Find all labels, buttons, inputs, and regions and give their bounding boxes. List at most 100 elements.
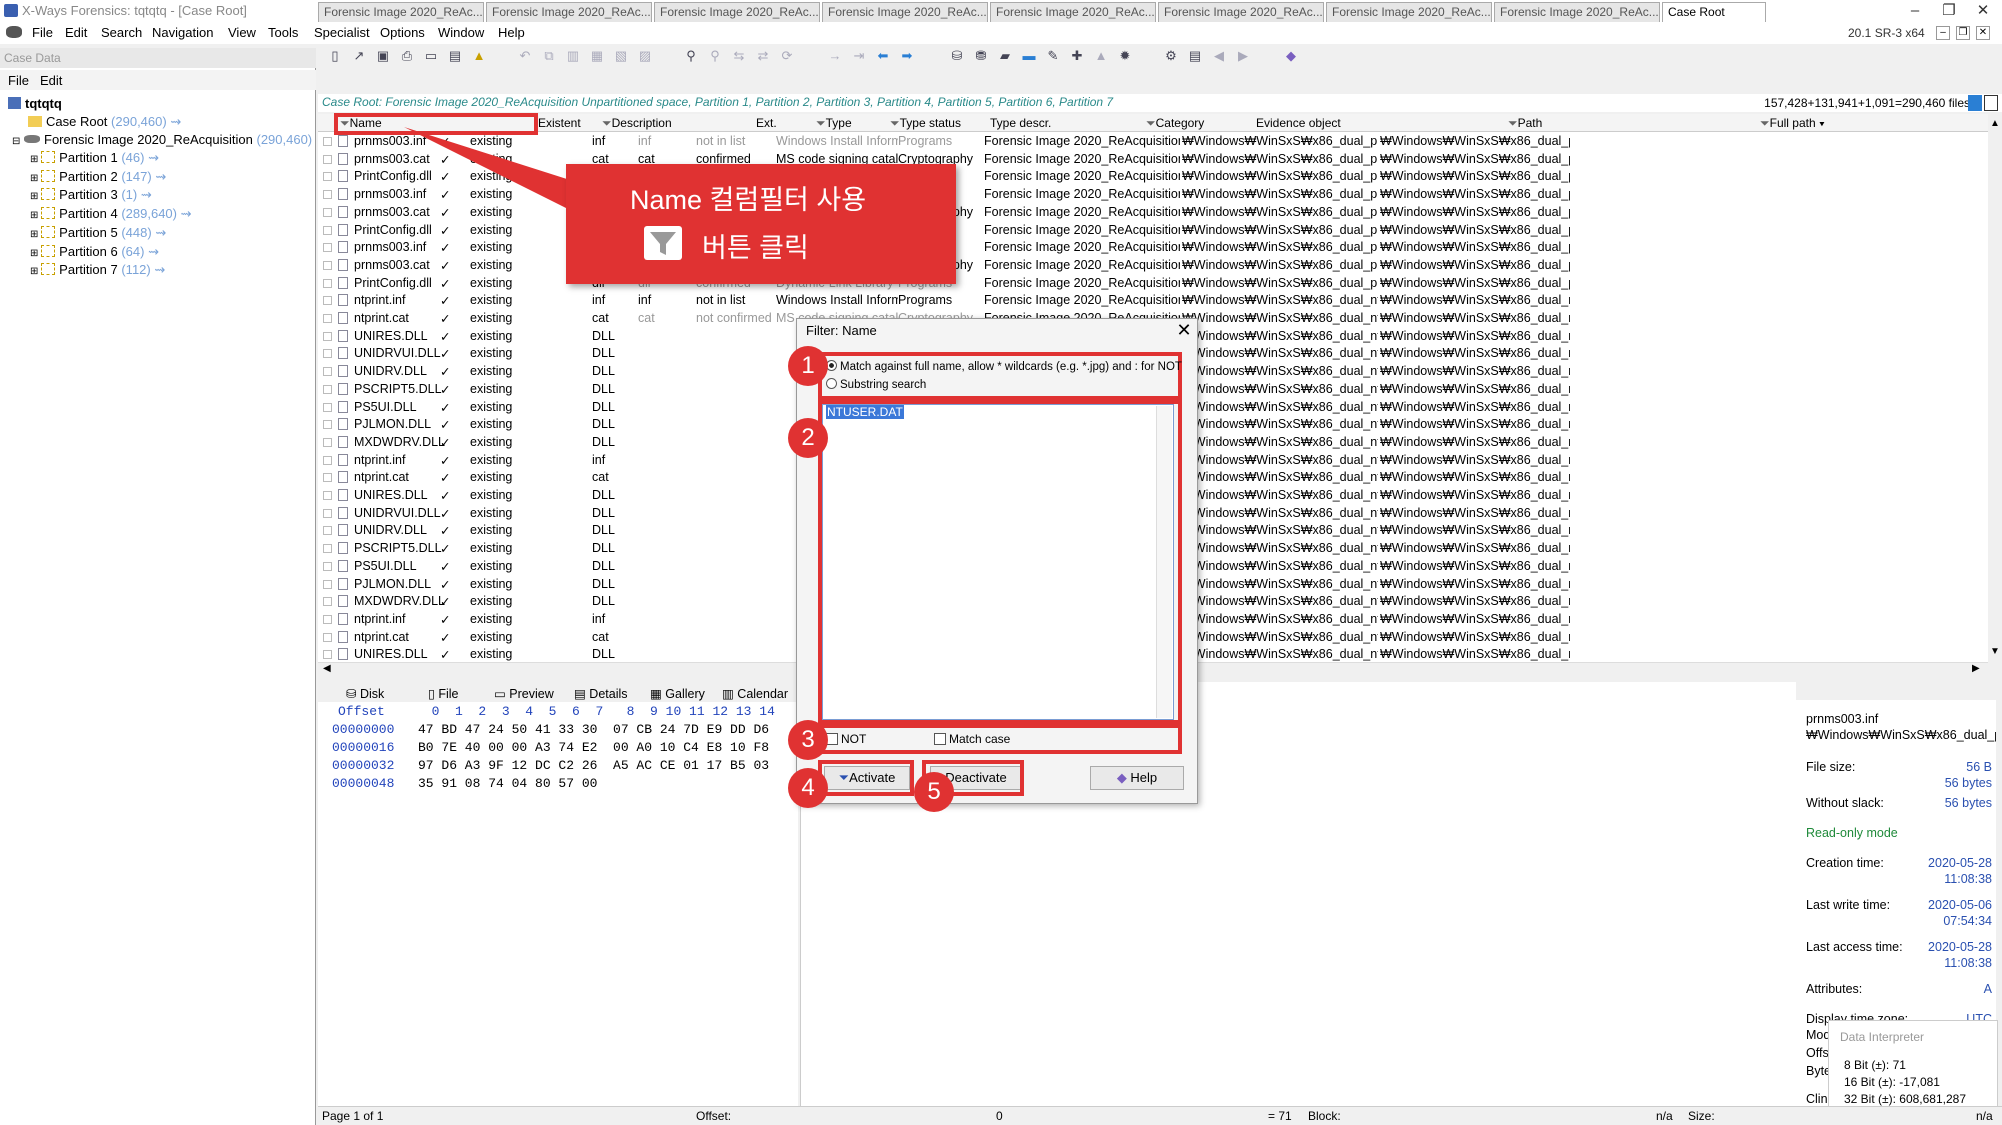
row-checkbox[interactable] <box>323 190 332 200</box>
not-checkbox[interactable]: NOT <box>826 732 866 746</box>
expand-icon[interactable]: ⊞ <box>30 210 41 221</box>
back-icon[interactable]: ⬅ <box>874 48 892 64</box>
row-checkbox[interactable] <box>323 154 332 164</box>
column-header-type-status[interactable]: ⏷Type status <box>890 116 961 131</box>
tab-disk[interactable]: ⛁ Disk <box>346 686 384 701</box>
mdi-restore-icon[interactable]: ❐ <box>1956 26 1970 40</box>
filter-icon[interactable]: ⏷ <box>816 116 826 130</box>
expand-icon[interactable]: ⊞ <box>30 229 41 240</box>
help-button[interactable]: ◆ Help <box>1090 766 1184 790</box>
filter-icon[interactable]: ⏷ <box>1146 116 1156 130</box>
tab-forensic-image-3[interactable]: Forensic Image 2020_ReAc... <box>654 2 820 22</box>
scroll-down-icon[interactable]: ▼ <box>1988 646 2002 657</box>
ram-icon[interactable]: ▰ <box>996 48 1014 64</box>
scroll-right-icon[interactable]: ▶ <box>1972 663 1980 674</box>
clipboard-icon[interactable]: ▤ <box>446 48 464 64</box>
radio-full-name[interactable]: Match against full name, allow * wildcar… <box>826 360 1182 373</box>
case-menu-edit[interactable]: Edit <box>40 73 62 88</box>
save-icon[interactable]: ▣ <box>374 48 392 64</box>
mdi-close-icon[interactable]: ✕ <box>1976 26 1990 40</box>
disk-icon[interactable]: ⛁ <box>948 48 966 64</box>
menu-edit[interactable]: Edit <box>65 25 87 40</box>
tab-forensic-image-6[interactable]: Forensic Image 2020_ReAc... <box>1158 2 1324 22</box>
row-checkbox[interactable] <box>323 544 332 554</box>
filter-icon[interactable]: ⏷ <box>890 116 900 130</box>
recursive-icon[interactable] <box>1968 95 1982 111</box>
expand-icon[interactable]: ⊞ <box>30 154 41 165</box>
tab-calendar[interactable]: ▥ Calendar <box>722 686 788 701</box>
tab-file[interactable]: ▯ File <box>428 686 459 701</box>
tab-forensic-image-7[interactable]: Forensic Image 2020_ReAc... <box>1326 2 1492 22</box>
menu-search[interactable]: Search <box>101 25 142 40</box>
vertical-scrollbar[interactable] <box>1988 114 2002 662</box>
row-checkbox[interactable] <box>323 243 332 253</box>
tree-case-root[interactable]: Case Root (290,460) ⇝ <box>28 114 181 130</box>
row-checkbox[interactable] <box>323 579 332 589</box>
tree-evidence-image[interactable]: ⊟ Forensic Image 2020_ReAcquisition (290… <box>12 132 312 147</box>
paste-zero-icon[interactable]: ▧ <box>612 48 630 64</box>
expand-icon[interactable]: ⊞ <box>30 173 41 184</box>
tree-case[interactable]: tqtqtq <box>8 96 62 111</box>
hash-icon[interactable]: ✹ <box>1116 48 1134 64</box>
tab-preview[interactable]: ▭ Preview <box>494 686 554 701</box>
menu-specialist[interactable]: Specialist <box>314 25 370 40</box>
mdi-minimize-icon[interactable]: – <box>1936 26 1950 40</box>
column-header-category[interactable]: ⏷Category <box>1146 116 1204 131</box>
expand-icon[interactable]: ⊞ <box>30 266 41 277</box>
tab-details[interactable]: ▤ Details <box>574 686 628 701</box>
tree-partition[interactable]: ⊞ Partition 1 (46) ⇝ <box>30 150 159 166</box>
fill-icon[interactable]: ▨ <box>636 48 654 64</box>
tab-forensic-image-8[interactable]: Forensic Image 2020_ReAc... <box>1494 2 1660 22</box>
menu-tools[interactable]: Tools <box>268 25 298 40</box>
calculator-icon[interactable]: ▲ <box>1092 48 1110 64</box>
column-header-type-descr[interactable]: Type descr. <box>990 116 1051 130</box>
tree-partition[interactable]: ⊞ Partition 5 (448) ⇝ <box>30 225 166 241</box>
menu-file[interactable]: File <box>32 25 53 40</box>
row-checkbox[interactable] <box>323 349 332 359</box>
row-checkbox[interactable] <box>323 597 332 607</box>
collapse-icon[interactable]: ⊟ <box>12 136 20 147</box>
row-checkbox[interactable] <box>323 137 332 146</box>
row-checkbox[interactable] <box>323 561 332 571</box>
row-checkbox[interactable] <box>323 260 332 270</box>
goto-offset-icon[interactable]: → <box>826 48 844 64</box>
tab-case-root[interactable]: Case Root <box>1662 2 1766 22</box>
row-checkbox[interactable] <box>323 331 332 341</box>
column-header-description[interactable]: ⏷Description <box>602 116 672 131</box>
row-checkbox[interactable] <box>323 437 332 447</box>
help-icon[interactable]: ◆ <box>1282 48 1300 64</box>
column-header-ext[interactable]: Ext. <box>756 116 777 130</box>
row-checkbox[interactable] <box>323 314 332 323</box>
tab-gallery[interactable]: ▦ Gallery <box>650 686 705 701</box>
column-header-evidence-object[interactable]: Evidence object <box>1256 116 1341 130</box>
row-checkbox[interactable] <box>323 172 332 182</box>
restore-icon[interactable]: ❐ <box>1932 0 1966 22</box>
new-case-icon[interactable]: ▯ <box>326 48 344 64</box>
tab-forensic-image-1[interactable]: Forensic Image 2020_ReAc... <box>318 2 484 22</box>
match-case-checkbox[interactable]: Match case <box>934 732 1010 746</box>
image-icon[interactable]: ⛃ <box>972 48 990 64</box>
menu-window[interactable]: Window <box>438 25 484 40</box>
scroll-up-icon[interactable]: ▲ <box>1988 118 2002 129</box>
scroll-left-icon[interactable]: ◀ <box>323 663 331 674</box>
comment-icon[interactable]: ✚ <box>1068 48 1086 64</box>
save-list-icon[interactable] <box>1984 95 1998 111</box>
row-checkbox[interactable] <box>323 225 332 235</box>
row-checkbox[interactable] <box>323 296 332 306</box>
copy-icon[interactable]: ⧉ <box>540 48 558 64</box>
options-icon[interactable]: ⚙ <box>1162 48 1180 64</box>
row-checkbox[interactable] <box>323 384 332 394</box>
row-checkbox[interactable] <box>323 526 332 536</box>
row-checkbox[interactable] <box>323 455 332 465</box>
system-menu-icon[interactable] <box>6 26 22 38</box>
filter-icon[interactable]: ⏷ <box>1760 116 1770 130</box>
tree-partition[interactable]: ⊞ Partition 7 (112) ⇝ <box>30 262 165 278</box>
column-header-path[interactable]: ⏷Path <box>1508 116 1542 131</box>
row-checkbox[interactable] <box>323 632 332 642</box>
column-header-full-path[interactable]: ⏷Full path ▾ <box>1760 116 1825 131</box>
row-checkbox[interactable] <box>323 402 332 412</box>
filter-text-input[interactable] <box>822 404 1174 720</box>
info-readonly[interactable]: Read-only mode <box>1806 826 1898 840</box>
filter-icon[interactable]: ⏷ <box>1508 116 1518 130</box>
monitor-icon[interactable]: ▬ <box>1020 48 1038 64</box>
